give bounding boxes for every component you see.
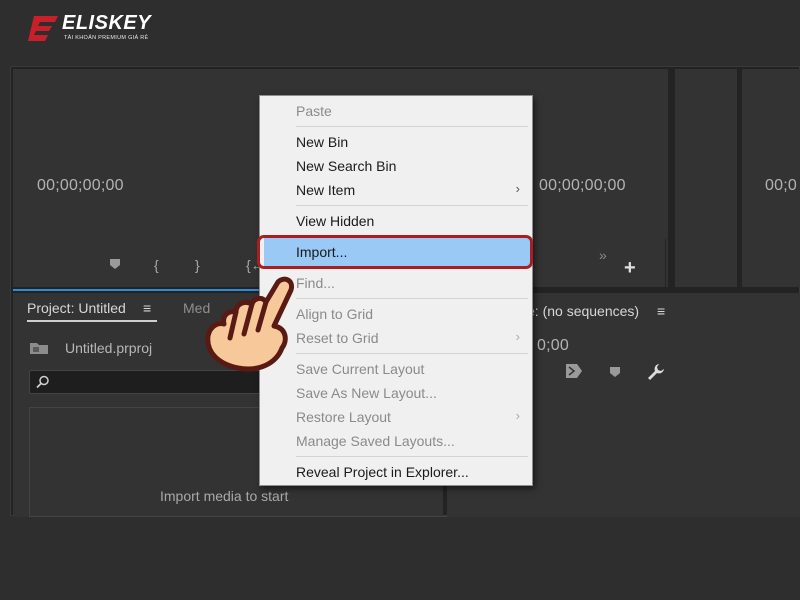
right-timecode[interactable]: 00;0: [765, 177, 797, 195]
more-controls-icon[interactable]: »: [599, 247, 607, 263]
project-panel-menu-icon[interactable]: ≡: [143, 300, 151, 316]
pointing-hand-icon: [205, 276, 295, 372]
menu-item-new-item[interactable]: New Item: [296, 182, 355, 198]
menu-item-new-search-bin[interactable]: New Search Bin: [296, 158, 396, 174]
tab-project[interactable]: Project: Untitled: [27, 300, 126, 316]
menu-item-paste[interactable]: Paste: [296, 103, 332, 119]
logo-wordmark: ELISKEY: [62, 12, 152, 34]
eliskey-logo-mark: [28, 16, 58, 41]
menu-separator: [296, 126, 528, 127]
wrench-icon[interactable]: [647, 363, 665, 386]
tab-program[interactable]: e: (no sequences): [527, 303, 639, 319]
logo-tagline: TÀI KHOẢN PREMIUM GIÁ RẺ: [64, 35, 149, 41]
insert-icon[interactable]: [565, 363, 583, 384]
mark-in-icon[interactable]: {: [154, 257, 159, 273]
menu-separator: [296, 353, 528, 354]
menu-item-new-bin[interactable]: New Bin: [296, 134, 348, 150]
program-timecode[interactable]: 00;00;00;00: [539, 177, 626, 195]
submenu-arrow-icon: ›: [515, 329, 520, 344]
menu-item-save-as-new-layout[interactable]: Save As New Layout...: [296, 385, 437, 401]
import-media-hint: Import media to start: [160, 488, 289, 504]
menu-item-reset-to-grid[interactable]: Reset to Grid: [296, 330, 378, 346]
menu-separator: [296, 298, 528, 299]
menu-separator: [296, 205, 528, 206]
marker-icon[interactable]: [609, 365, 621, 383]
submenu-arrow-icon: ›: [515, 181, 520, 196]
menu-separator: [296, 456, 528, 457]
tab-project-underline: [27, 320, 157, 322]
menu-item-align-to-grid[interactable]: Align to Grid: [296, 306, 373, 322]
eliskey-logo: ELISKEY TÀI KHOẢN PREMIUM GIÁ RẺ: [28, 12, 168, 46]
program-panel-menu-icon[interactable]: ≡: [657, 303, 665, 319]
program-panel-timecode[interactable]: 0;00: [537, 337, 569, 355]
menu-item-manage-saved-layouts[interactable]: Manage Saved Layouts...: [296, 433, 455, 449]
middle-panel: [675, 69, 737, 287]
button-editor-plus-icon[interactable]: +: [624, 257, 636, 280]
menu-item-view-hidden[interactable]: View Hidden: [296, 213, 374, 229]
import-highlight-ring: [257, 235, 533, 269]
add-marker-icon[interactable]: [109, 257, 121, 273]
project-file-icon: [30, 343, 48, 354]
menu-item-reveal-project[interactable]: Reveal Project in Explorer...: [296, 464, 469, 480]
submenu-arrow-icon: ›: [515, 408, 520, 423]
search-icon: [36, 375, 49, 389]
source-timecode[interactable]: 00;00;00;00: [37, 177, 124, 195]
right-panel: 00;0: [742, 69, 800, 287]
menu-item-save-current-layout[interactable]: Save Current Layout: [296, 361, 424, 377]
menu-item-restore-layout[interactable]: Restore Layout: [296, 409, 391, 425]
project-file-name: Untitled.prproj: [65, 340, 153, 356]
